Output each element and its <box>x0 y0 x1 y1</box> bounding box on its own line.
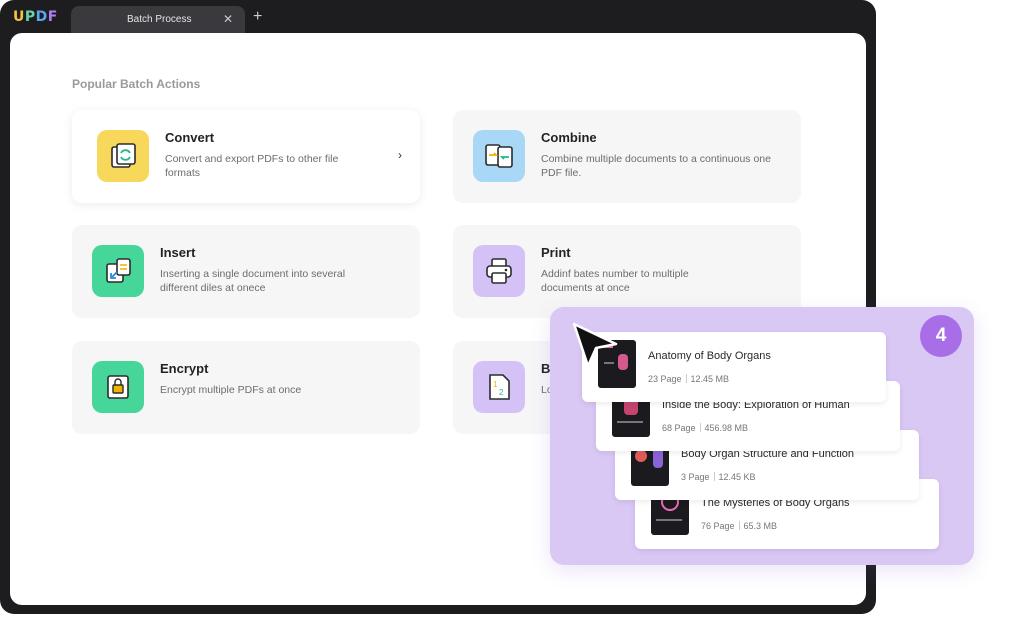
file-item[interactable]: Anatomy of Body Organs 23 Page 12.45 MB <box>582 332 886 402</box>
section-title: Popular Batch Actions <box>72 77 201 91</box>
file-meta: 68 Page 456.98 MB <box>662 423 748 433</box>
combine-icon <box>473 130 525 182</box>
file-meta: 3 Page 12.45 KB <box>681 472 756 482</box>
file-meta: 23 Page 12.45 MB <box>648 374 729 384</box>
file-meta: 76 Page 65.3 MB <box>701 521 777 531</box>
card-desc: Convert and export PDFs to other file fo… <box>165 153 339 179</box>
combine-card[interactable]: Combine Combine multiple documents to a … <box>453 110 801 203</box>
divider <box>738 521 740 530</box>
card-title: Print <box>541 245 571 260</box>
svg-text:2: 2 <box>499 388 504 397</box>
bates-icon: 12 <box>473 361 525 413</box>
svg-text:1: 1 <box>493 380 498 389</box>
updf-logo: UPDF <box>13 9 58 25</box>
lock-icon <box>92 361 144 413</box>
step-badge: 4 <box>920 315 962 357</box>
card-title: Convert <box>165 130 215 145</box>
card-desc: Combine multiple documents to a continuo… <box>541 153 771 179</box>
close-icon[interactable]: ✕ <box>223 13 233 25</box>
chevron-right-icon: › <box>398 148 402 162</box>
card-desc: Inserting a single document into several… <box>160 268 346 294</box>
insert-card[interactable]: Insert Inserting a single document into … <box>72 225 420 318</box>
card-desc: Encrypt multiple PDFs at once <box>160 384 302 396</box>
print-card[interactable]: Print Addinf bates number to multiple do… <box>453 225 801 318</box>
encrypt-card[interactable]: Encrypt Encrypt multiple PDFs at once <box>72 341 420 434</box>
file-name: Anatomy of Body Organs <box>648 350 771 362</box>
divider <box>713 472 715 481</box>
new-tab-plus-icon[interactable]: + <box>253 9 262 25</box>
card-title: Combine <box>541 130 597 145</box>
tab-label: Batch Process <box>127 14 192 25</box>
file-pages: 68 Page <box>662 423 696 433</box>
tab-batch-process[interactable]: Batch Process ✕ <box>71 6 245 34</box>
file-pages: 3 Page <box>681 472 710 482</box>
convert-icon <box>97 130 149 182</box>
card-title: Insert <box>160 245 196 260</box>
cursor-icon <box>572 322 618 368</box>
card-title: Encrypt <box>160 361 209 376</box>
divider <box>699 423 701 432</box>
file-size: 12.45 MB <box>690 374 730 384</box>
convert-card[interactable]: Convert Convert and export PDFs to other… <box>72 110 420 203</box>
file-size: 12.45 KB <box>718 472 756 482</box>
print-icon <box>473 245 525 297</box>
file-size: 65.3 MB <box>743 521 778 531</box>
file-size: 456.98 MB <box>704 423 749 433</box>
file-pages: 23 Page <box>648 374 682 384</box>
file-pages: 76 Page <box>701 521 735 531</box>
divider <box>685 374 687 383</box>
insert-icon <box>92 245 144 297</box>
card-desc: Addinf bates number to multiple document… <box>541 268 689 294</box>
